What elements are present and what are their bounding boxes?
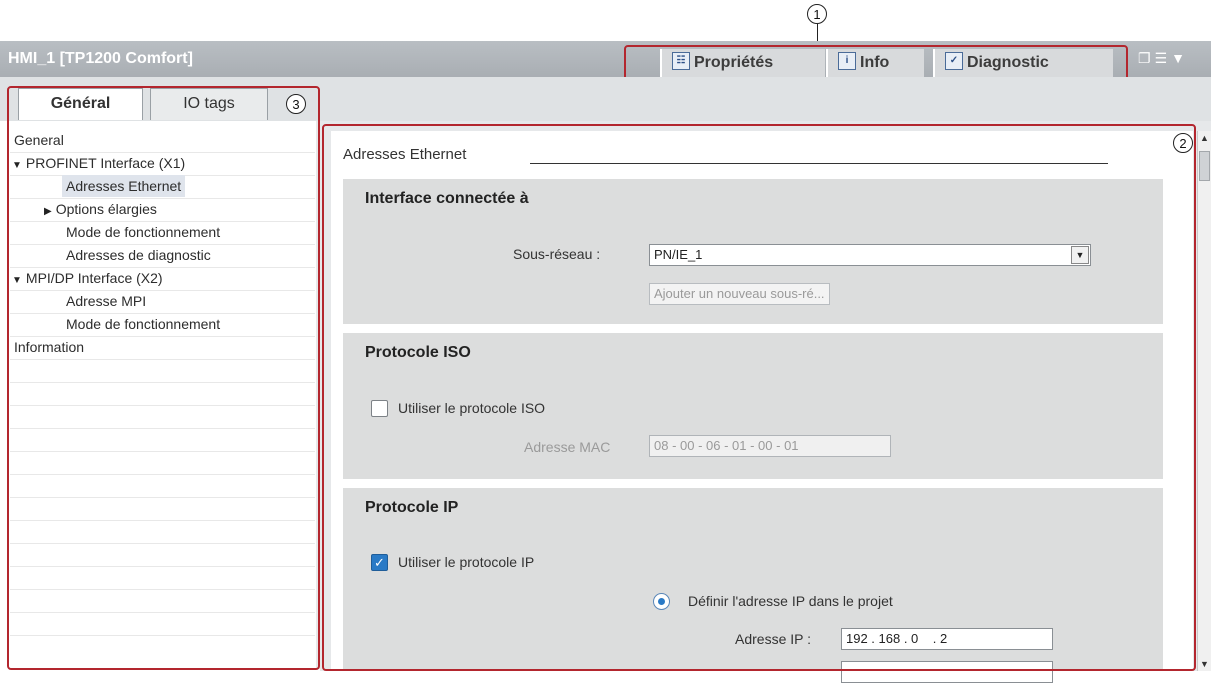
divider <box>10 359 315 360</box>
ip-title: Protocole IP <box>365 499 459 516</box>
navigation-tree: General ▼ PROFINET Interface (X1) Adresse… <box>10 121 315 669</box>
scroll-up-icon[interactable]: ▲ <box>1200 133 1209 143</box>
iso-title: Protocole ISO <box>365 344 471 361</box>
tab-general-label: Général <box>50 95 111 112</box>
iso-section: Protocole ISO Utiliser le protocole ISO … <box>343 333 1163 479</box>
add-subnet-button[interactable]: Ajouter un nouveau sous-ré... <box>649 283 830 305</box>
divider <box>10 543 315 544</box>
nav-mpi-dp-interface[interactable]: ▼ MPI/DP Interface (X2) <box>10 267 317 289</box>
subnet-mask-field[interactable] <box>841 661 1053 683</box>
expanded-icon[interactable]: ▼ <box>12 275 22 286</box>
callout-1: 1 <box>807 4 827 24</box>
divider <box>10 451 315 452</box>
divider <box>10 566 315 567</box>
chevron-down-icon[interactable]: ▼ <box>1171 50 1189 66</box>
divider <box>10 382 315 383</box>
tab-general[interactable]: Général <box>18 88 143 120</box>
divider <box>10 635 315 636</box>
nav-operating-mode-label: Mode de fonctionnement <box>66 224 221 240</box>
use-iso-label: Utiliser le protocole ISO <box>398 400 546 416</box>
tab-info-label: Info <box>860 54 890 71</box>
scroll-thumb[interactable] <box>1199 151 1210 181</box>
divider <box>10 589 315 590</box>
vertical-scrollbar[interactable]: ▲ ▼ <box>1197 131 1211 671</box>
divider <box>10 474 315 475</box>
divider <box>10 405 315 406</box>
subnet-dropdown[interactable]: PN/IE_1 ▼ <box>649 244 1091 266</box>
nav-profinet-interface[interactable]: ▼ PROFINET Interface (X1) <box>10 152 317 174</box>
properties-icon: ☷ <box>672 51 690 70</box>
tab-diagnostic[interactable]: ✓ Diagnostic <box>933 49 1113 77</box>
nav-advanced-options[interactable]: ▶ Options élargies <box>10 198 349 220</box>
subnet-label: Sous-réseau : <box>513 246 601 262</box>
divider <box>10 428 315 429</box>
use-ip-label: Utiliser le protocole IP <box>398 554 535 570</box>
info-icon: i <box>838 51 856 70</box>
tab-io-tags[interactable]: IO tags <box>150 88 268 120</box>
subnet-value: PN/IE_1 <box>654 247 703 262</box>
use-iso-checkbox[interactable] <box>371 400 388 417</box>
collapsed-icon[interactable]: ▶ <box>44 206 52 217</box>
nav-mpi-dp-label: MPI/DP Interface (X2) <box>25 270 163 286</box>
callout-2: 2 <box>1173 133 1193 153</box>
nav-general-label: General <box>14 132 64 148</box>
tab-info[interactable]: i Info <box>826 49 924 77</box>
nav-general[interactable]: General <box>10 129 319 151</box>
mac-label: Adresse MAC <box>524 439 611 455</box>
nav-ethernet-addresses[interactable]: Adresses Ethernet <box>10 175 315 197</box>
use-ip-checkbox[interactable]: ✓ <box>371 554 388 571</box>
interface-section: Interface connectée à Sous-réseau : PN/I… <box>343 179 1163 324</box>
float-window-icon[interactable]: ❐ <box>1138 50 1155 66</box>
window-controls[interactable]: ❐☰▼ <box>1138 50 1189 67</box>
ip-address-field[interactable]: 192 . 168 . 0 . 2 <box>841 628 1053 650</box>
list-icon[interactable]: ☰ <box>1155 50 1172 66</box>
tab-properties[interactable]: ☷ Propriétés <box>660 49 825 77</box>
nav-mpi-address-label: Adresse MPI <box>66 293 147 309</box>
nav-information[interactable]: Information <box>10 336 319 358</box>
nav-information-label: Information <box>14 339 85 355</box>
tab-properties-label: Propriétés <box>694 54 774 71</box>
ip-address-label: Adresse IP : <box>735 631 812 647</box>
interface-title: Interface connectée à <box>365 190 529 207</box>
define-ip-in-project-radio[interactable] <box>653 593 670 610</box>
window-title: HMI_1 [TP1200 Comfort] <box>8 50 193 67</box>
dropdown-arrow-icon[interactable]: ▼ <box>1071 246 1089 264</box>
nav-diagnostic-addresses-label: Adresses de diagnostic <box>66 247 211 263</box>
scroll-down-icon[interactable]: ▼ <box>1200 659 1209 669</box>
divider <box>10 520 315 521</box>
nav-profinet-label: PROFINET Interface (X1) <box>25 155 186 171</box>
divider <box>10 497 315 498</box>
nav-ethernet-addresses-label: Adresses Ethernet <box>62 175 186 197</box>
define-ip-in-project-label: Définir l'adresse IP dans le projet <box>688 593 893 609</box>
section-heading: Adresses Ethernet <box>343 146 467 163</box>
callout-3: 3 <box>286 94 306 114</box>
divider <box>10 612 315 613</box>
tab-io-tags-label: IO tags <box>183 95 235 112</box>
ip-section: Protocole IP ✓ Utiliser le protocole IP … <box>343 488 1163 683</box>
nav-operating-mode-mpi-label: Mode de fonctionnement <box>66 316 221 332</box>
nav-advanced-options-label: Options élargies <box>55 201 157 217</box>
heading-rule <box>530 163 1108 164</box>
expanded-icon[interactable]: ▼ <box>12 160 22 171</box>
tab-diagnostic-label: Diagnostic <box>967 54 1049 71</box>
mac-address-field[interactable]: 08 - 00 - 06 - 01 - 00 - 01 <box>649 435 891 457</box>
diagnostic-icon: ✓ <box>945 51 963 70</box>
